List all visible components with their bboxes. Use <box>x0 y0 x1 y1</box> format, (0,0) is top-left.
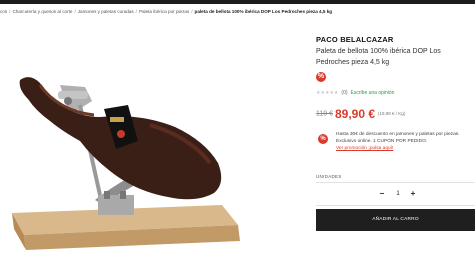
quantity-value[interactable]: 1 <box>392 183 404 205</box>
breadcrumb-current: paleta de bellota 100% ibérica DOP Los P… <box>194 9 333 14</box>
product-brand[interactable]: PACO BELALCAZAR <box>316 35 475 44</box>
product-rating: ★★★★★ (0) Escribe una opinión <box>316 90 394 96</box>
top-bar <box>0 0 475 4</box>
ham-on-stand-image <box>12 77 240 250</box>
product-title: Paleta de bellota 100% ibérica DOP Los P… <box>316 48 441 66</box>
current-price: 89,90 € <box>335 106 376 121</box>
product-image[interactable] <box>0 45 300 250</box>
breadcrumb-link[interactable]: Charcutería y quesos al corte <box>12 9 72 14</box>
breadcrumb-separator: / <box>135 9 137 14</box>
quantity-stepper: − 1 + <box>316 182 475 206</box>
rating-count: (0) <box>341 90 348 96</box>
decrement-button[interactable]: − <box>376 183 388 205</box>
promo-link[interactable]: Ver promoción ¡pulsa aquí! <box>336 145 475 152</box>
breadcrumb-separator: / <box>191 9 193 14</box>
old-price: 119 € <box>316 110 333 118</box>
breadcrumb-separator: / <box>74 9 76 14</box>
units-label: UNIDADES <box>316 174 342 179</box>
write-review-link[interactable]: Escribe una opinión <box>351 90 395 96</box>
price-row: 119 €89,90 € (19,98 € / Kg) <box>316 105 405 123</box>
rating-stars: ★★★★★ <box>316 90 339 96</box>
promo-text: Hasta 30€ de descuento en jamones y pale… <box>336 132 460 144</box>
unit-price: (19,98 € / Kg) <box>378 111 406 117</box>
breadcrumb-link[interactable]: Paleta ibérica por piezas <box>139 9 189 14</box>
breadcrumb-separator: / <box>9 9 11 14</box>
product-info: PACO BELALCAZAR Paleta de bellota 100% i… <box>316 35 475 231</box>
breadcrumb-link[interactable]: Jamones y paletas curadas <box>78 9 134 14</box>
breadcrumb-link[interactable]: cos <box>0 9 7 14</box>
promo-text-block: Hasta 30€ de descuento en jamones y pale… <box>336 131 475 152</box>
percent-icon: % <box>317 73 325 80</box>
increment-button[interactable]: + <box>407 183 419 205</box>
breadcrumb: cos / Charcutería y quesos al corte / Jamone… <box>0 9 475 14</box>
promo-icon-symbol: % <box>320 136 326 142</box>
add-to-cart-button[interactable]: AÑADIR AL CARRO <box>316 209 475 231</box>
discount-badge: % <box>316 72 326 82</box>
percent-icon: % <box>318 134 328 144</box>
